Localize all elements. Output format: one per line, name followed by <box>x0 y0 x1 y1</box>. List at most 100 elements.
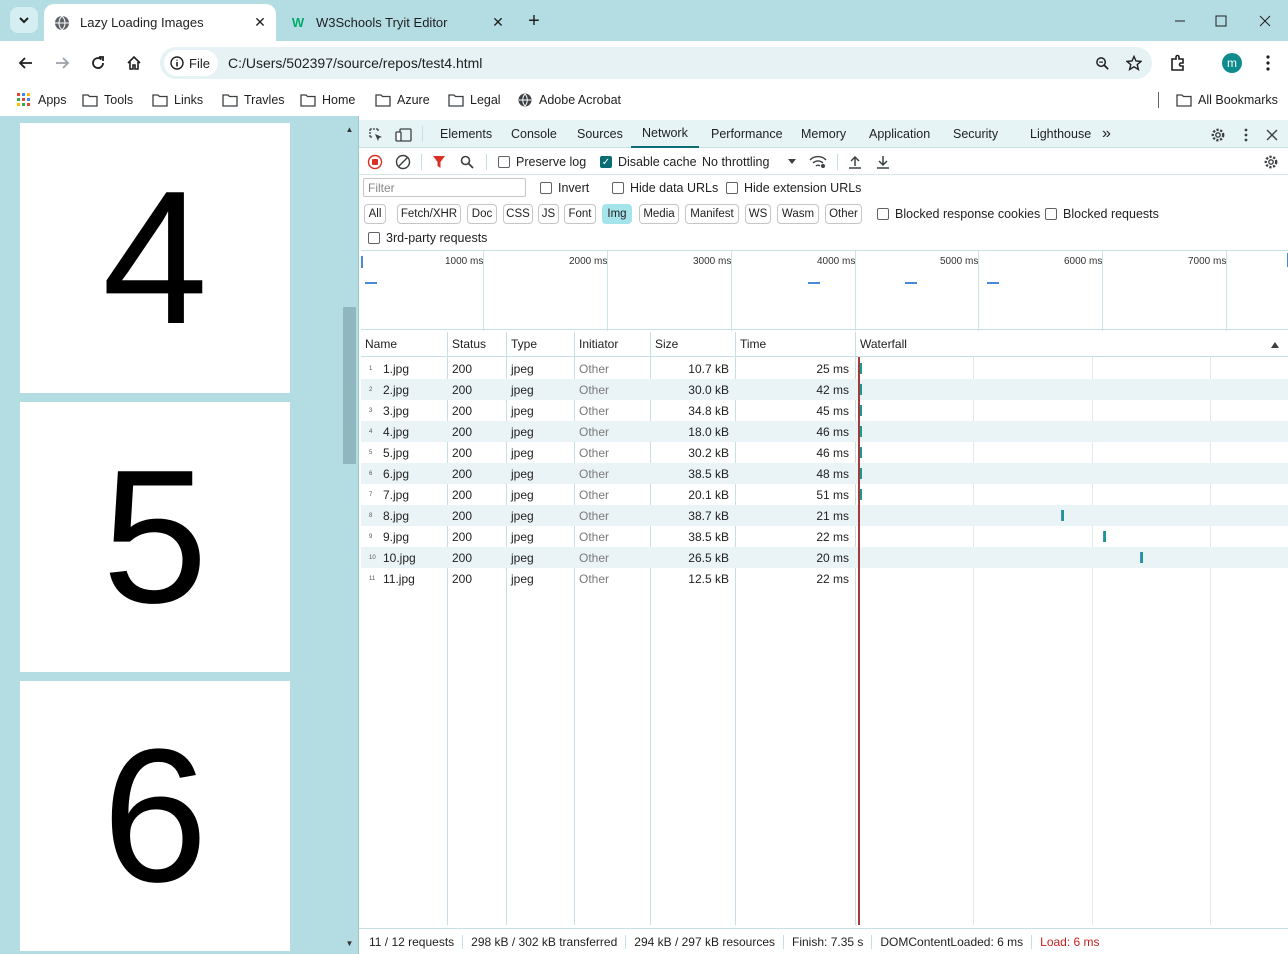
throttling-select[interactable]: No throttling <box>702 152 797 172</box>
tab-memory[interactable]: Memory <box>801 120 846 148</box>
forward-button[interactable] <box>48 49 76 77</box>
tab-lazy-loading[interactable]: Lazy Loading Images ✕ <box>44 4 276 41</box>
type-other-button[interactable]: Other <box>825 204 862 224</box>
tab-performance[interactable]: Performance <box>711 120 783 148</box>
table-row[interactable]: 8 8.jpg 200 jpeg Other 38.7 kB 21 ms <box>361 505 1288 526</box>
devtools-menu-icon[interactable] <box>1235 124 1257 146</box>
profile-button[interactable]: m <box>1216 47 1248 79</box>
address-bar[interactable]: File C:/Users/502397/source/repos/test4.… <box>160 47 1152 79</box>
column-header-waterfall[interactable]: Waterfall <box>856 332 1288 357</box>
tab-lighthouse[interactable]: Lighthouse <box>1030 120 1091 148</box>
more-tabs-button[interactable]: » <box>1102 120 1111 148</box>
tab-network[interactable]: Network <box>631 120 699 148</box>
url-text[interactable]: C:/Users/502397/source/repos/test4.html <box>228 55 1088 71</box>
tab-elements[interactable]: Elements <box>440 120 492 148</box>
extensions-button[interactable] <box>1162 47 1194 79</box>
invert-checkbox[interactable]: Invert <box>540 178 589 198</box>
bookmark-legal[interactable]: Legal <box>448 92 501 108</box>
checkbox[interactable] <box>726 182 738 194</box>
waterfall-bar[interactable] <box>1061 510 1064 521</box>
table-row[interactable]: 7 7.jpg 200 jpeg Other 20.1 kB 51 ms <box>361 484 1288 505</box>
timeline-overview[interactable]: 1000 ms 2000 ms 3000 ms 4000 ms 5000 ms … <box>361 250 1288 331</box>
table-row[interactable]: 6 6.jpg 200 jpeg Other 38.5 kB 48 ms <box>361 463 1288 484</box>
scroll-up-arrow-icon[interactable]: ▲ <box>341 122 358 136</box>
back-button[interactable] <box>12 49 40 77</box>
table-row[interactable]: 11 11.jpg 200 jpeg Other 12.5 kB 22 ms <box>361 568 1288 589</box>
minimize-button[interactable] <box>1157 0 1203 41</box>
column-header-initiator[interactable]: Initiator <box>575 332 650 357</box>
column-header-name[interactable]: Name <box>361 332 447 357</box>
table-row[interactable]: 1 1.jpg 200 jpeg Other 10.7 kB 25 ms <box>361 358 1288 379</box>
type-manifest-button[interactable]: Manifest <box>685 204 739 224</box>
blocked-response-cookies-checkbox[interactable]: Blocked response cookies <box>877 204 1040 224</box>
network-settings-button[interactable] <box>1263 152 1279 172</box>
bookmark-travles[interactable]: Travles <box>222 92 285 108</box>
hide-data-urls-checkbox[interactable]: Hide data URLs <box>612 178 718 198</box>
maximize-button[interactable] <box>1198 0 1244 41</box>
filter-toggle-button[interactable] <box>432 152 446 172</box>
table-row[interactable]: 9 9.jpg 200 jpeg Other 38.5 kB 22 ms <box>361 526 1288 547</box>
settings-gear-icon[interactable] <box>1207 124 1229 146</box>
third-party-requests-checkbox[interactable]: 3rd-party requests <box>368 228 487 248</box>
reload-button[interactable] <box>84 49 112 77</box>
type-js-button[interactable]: JS <box>538 204 559 224</box>
all-bookmarks-button[interactable]: All Bookmarks <box>1176 92 1278 108</box>
hide-extension-urls-checkbox[interactable]: Hide extension URLs <box>726 178 861 198</box>
scroll-down-arrow-icon[interactable]: ▼ <box>341 936 358 950</box>
bookmark-azure[interactable]: Azure <box>375 92 430 108</box>
import-har-button[interactable] <box>848 152 862 172</box>
zoom-icon[interactable] <box>1088 49 1116 77</box>
type-img-button[interactable]: Img <box>602 204 632 224</box>
bookmark-apps[interactable]: Apps <box>16 92 67 108</box>
table-row[interactable]: 5 5.jpg 200 jpeg Other 30.2 kB 46 ms <box>361 442 1288 463</box>
checkbox[interactable] <box>877 208 889 220</box>
type-font-button[interactable]: Font <box>564 204 596 224</box>
preserve-log-checkbox[interactable]: Preserve log <box>498 152 586 172</box>
new-tab-button[interactable]: + <box>522 9 546 33</box>
bookmark-adobe-acrobat[interactable]: Adobe Acrobat <box>517 92 621 108</box>
stop-recording-button[interactable] <box>367 152 383 172</box>
bookmark-star-icon[interactable] <box>1120 49 1148 77</box>
network-conditions-button[interactable] <box>809 152 827 172</box>
table-row[interactable]: 4 4.jpg 200 jpeg Other 18.0 kB 46 ms <box>361 421 1288 442</box>
bookmark-links[interactable]: Links <box>152 92 203 108</box>
page-scrollbar[interactable]: ▲ ▼ <box>341 116 358 954</box>
filter-input[interactable]: Filter <box>363 178 526 197</box>
bookmark-home[interactable]: Home <box>300 92 355 108</box>
type-all-button[interactable]: All <box>364 204 386 224</box>
column-header-type[interactable]: Type <box>507 332 574 357</box>
type-ws-button[interactable]: WS <box>745 204 771 224</box>
checkbox[interactable] <box>498 156 510 168</box>
home-button[interactable] <box>120 49 148 77</box>
site-info-chip[interactable]: File <box>164 50 218 76</box>
checkbox[interactable] <box>368 232 380 244</box>
type-css-button[interactable]: CSS <box>503 204 533 224</box>
scrollbar-thumb[interactable] <box>343 307 356 464</box>
browser-menu-button[interactable] <box>1252 47 1284 79</box>
close-devtools-icon[interactable] <box>1261 124 1283 146</box>
checkbox-checked[interactable]: ✓ <box>600 156 612 168</box>
blocked-requests-checkbox[interactable]: Blocked requests <box>1045 204 1159 224</box>
type-media-button[interactable]: Media <box>639 204 679 224</box>
checkbox[interactable] <box>1045 208 1057 220</box>
column-header-size[interactable]: Size <box>651 332 735 357</box>
tab-w3schools[interactable]: W W3Schools Tryit Editor ✕ <box>280 4 514 41</box>
close-window-button[interactable] <box>1242 0 1288 41</box>
table-row[interactable]: 10 10.jpg 200 jpeg Other 26.5 kB 20 ms <box>361 547 1288 568</box>
waterfall-bar[interactable] <box>1103 531 1106 542</box>
column-header-time[interactable]: Time <box>736 332 855 357</box>
search-button[interactable] <box>460 152 474 172</box>
table-row[interactable]: 3 3.jpg 200 jpeg Other 34.8 kB 45 ms <box>361 400 1288 421</box>
tab-close-icon[interactable]: ✕ <box>488 13 508 33</box>
table-row[interactable]: 2 2.jpg 200 jpeg Other 30.0 kB 42 ms <box>361 379 1288 400</box>
tab-sources[interactable]: Sources <box>577 120 623 148</box>
tab-close-icon[interactable]: ✕ <box>250 13 270 33</box>
disable-cache-checkbox[interactable]: ✓ Disable cache <box>600 152 697 172</box>
checkbox[interactable] <box>612 182 624 194</box>
checkbox[interactable] <box>540 182 552 194</box>
tab-application[interactable]: Application <box>869 120 930 148</box>
type-wasm-button[interactable]: Wasm <box>777 204 819 224</box>
waterfall-bar[interactable] <box>1140 552 1143 563</box>
tab-search-button[interactable] <box>10 7 38 33</box>
bookmark-tools[interactable]: Tools <box>82 92 133 108</box>
